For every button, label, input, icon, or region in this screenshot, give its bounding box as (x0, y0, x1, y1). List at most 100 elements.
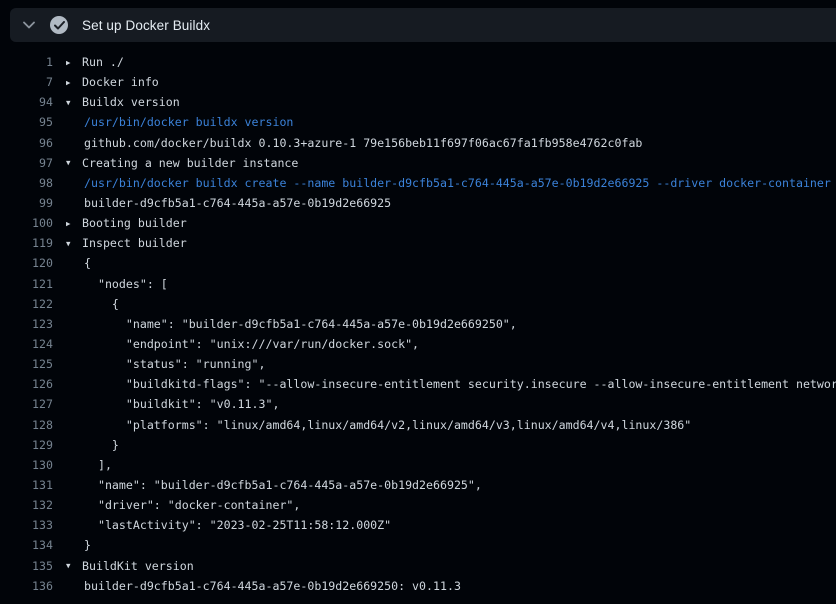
line-number[interactable]: 96 (0, 136, 53, 150)
line-content: ▼Creating a new builder instance (66, 156, 298, 170)
line-number[interactable]: 122 (0, 297, 53, 311)
line-number[interactable]: 100 (0, 216, 53, 230)
line-text: "lastActivity": "2023-02-25T11:58:12.000… (66, 518, 391, 532)
line-number[interactable]: 97 (0, 156, 53, 170)
line-content: "endpoint": "unix:///var/run/docker.sock… (66, 337, 419, 351)
line-number[interactable]: 95 (0, 115, 53, 129)
log-line: 95 /usr/bin/docker buildx version (0, 112, 836, 132)
step-header[interactable]: Set up Docker Buildx (10, 8, 836, 42)
line-number[interactable]: 7 (0, 75, 53, 89)
log-group-line[interactable]: 97 ▼Creating a new builder instance (0, 153, 836, 173)
line-number[interactable]: 1 (0, 55, 53, 69)
line-number[interactable]: 123 (0, 317, 53, 331)
line-content: { (66, 256, 91, 270)
line-number[interactable]: 125 (0, 357, 53, 371)
line-content: "name": "builder-d9cfb5a1-c764-445a-a57e… (66, 317, 517, 331)
log-line: 121 "nodes": [ (0, 274, 836, 294)
line-number[interactable]: 129 (0, 438, 53, 452)
log-line: 134 } (0, 535, 836, 555)
line-content: ▼BuildKit version (66, 559, 194, 573)
step-title: Set up Docker Buildx (82, 18, 210, 33)
check-circle-icon (50, 16, 68, 34)
line-text: { (66, 297, 119, 311)
line-text: "driver": "docker-container", (66, 498, 300, 512)
disclosure-triangle-icon[interactable]: ▼ (66, 239, 82, 248)
disclosure-triangle-icon[interactable]: ▶ (66, 78, 82, 87)
line-number[interactable]: 99 (0, 196, 53, 210)
line-content: builder-d9cfb5a1-c764-445a-a57e-0b19d2e6… (66, 579, 461, 593)
line-content: /usr/bin/docker buildx version (66, 115, 293, 129)
line-number[interactable]: 124 (0, 337, 53, 351)
disclosure-triangle-icon[interactable]: ▼ (66, 561, 82, 570)
line-number[interactable]: 120 (0, 256, 53, 270)
line-number[interactable]: 130 (0, 458, 53, 472)
line-number[interactable]: 98 (0, 176, 53, 190)
disclosure-triangle-icon[interactable]: ▼ (66, 98, 82, 107)
line-content: } (66, 538, 91, 552)
line-content: "status": "running", (66, 357, 265, 371)
line-number[interactable]: 121 (0, 277, 53, 291)
line-text: "name": "builder-d9cfb5a1-c764-445a-a57e… (66, 478, 482, 492)
line-number[interactable]: 135 (0, 559, 53, 573)
line-content: github.com/docker/buildx 0.10.3+azure-1 … (66, 136, 642, 150)
log-group-line[interactable]: 1 ▶Run ./ (0, 52, 836, 72)
log-group-line[interactable]: 7 ▶Docker info (0, 72, 836, 92)
line-text: "status": "running", (66, 357, 265, 371)
log-line: 132 "driver": "docker-container", (0, 495, 836, 515)
line-number[interactable]: 128 (0, 418, 53, 432)
line-text: "buildkitd-flags": "--allow-insecure-ent… (66, 377, 836, 391)
log-group-line[interactable]: 100 ▶Booting builder (0, 213, 836, 233)
line-text: "platforms": "linux/amd64,linux/amd64/v2… (66, 418, 691, 432)
line-content: ], (66, 458, 112, 472)
log-group-line[interactable]: 135 ▼BuildKit version (0, 556, 836, 576)
line-content: /usr/bin/docker buildx create --name bui… (66, 176, 831, 190)
line-text: Docker info (82, 75, 159, 89)
line-text: github.com/docker/buildx 0.10.3+azure-1 … (66, 136, 642, 150)
disclosure-triangle-icon[interactable]: ▶ (66, 58, 82, 67)
disclosure-triangle-icon[interactable]: ▼ (66, 158, 82, 167)
line-number[interactable]: 94 (0, 95, 53, 109)
line-content: ▶Booting builder (66, 216, 187, 230)
line-number[interactable]: 119 (0, 236, 53, 250)
line-number[interactable]: 127 (0, 397, 53, 411)
line-number[interactable]: 134 (0, 538, 53, 552)
line-content: } (66, 438, 119, 452)
line-text: ], (66, 458, 112, 472)
log-line: 128 "platforms": "linux/amd64,linux/amd6… (0, 415, 836, 435)
log-line: 124 "endpoint": "unix:///var/run/docker.… (0, 334, 836, 354)
line-number[interactable]: 132 (0, 498, 53, 512)
log-line: 133 "lastActivity": "2023-02-25T11:58:12… (0, 515, 836, 535)
line-number[interactable]: 131 (0, 478, 53, 492)
log-line: 123 "name": "builder-d9cfb5a1-c764-445a-… (0, 314, 836, 334)
line-content: "lastActivity": "2023-02-25T11:58:12.000… (66, 518, 391, 532)
line-content: builder-d9cfb5a1-c764-445a-a57e-0b19d2e6… (66, 196, 391, 210)
line-text: Booting builder (82, 216, 187, 230)
line-content: { (66, 297, 119, 311)
line-content: "nodes": [ (66, 277, 168, 291)
line-content: ▶Run ./ (66, 55, 124, 69)
chevron-down-icon[interactable] (22, 18, 36, 32)
log-line: 96 github.com/docker/buildx 0.10.3+azure… (0, 133, 836, 153)
line-content: "platforms": "linux/amd64,linux/amd64/v2… (66, 418, 691, 432)
log-output: 1 ▶Run ./ 7 ▶Docker info 94 ▼Buildx vers… (0, 42, 836, 604)
line-text: "nodes": [ (66, 277, 168, 291)
log-line: 122 { (0, 294, 836, 314)
line-text: "name": "builder-d9cfb5a1-c764-445a-a57e… (66, 317, 517, 331)
line-number[interactable]: 133 (0, 518, 53, 532)
line-text: } (66, 438, 119, 452)
log-group-line[interactable]: 119 ▼Inspect builder (0, 233, 836, 253)
line-number[interactable]: 136 (0, 579, 53, 593)
line-text: /usr/bin/docker buildx version (66, 115, 293, 129)
log-line: 129 } (0, 435, 836, 455)
disclosure-triangle-icon[interactable]: ▶ (66, 219, 82, 228)
log-group-line[interactable]: 94 ▼Buildx version (0, 92, 836, 112)
line-text: Creating a new builder instance (82, 156, 298, 170)
line-text: builder-d9cfb5a1-c764-445a-a57e-0b19d2e6… (66, 196, 391, 210)
line-number[interactable]: 126 (0, 377, 53, 391)
line-text: /usr/bin/docker buildx create --name bui… (66, 176, 831, 190)
line-text: Buildx version (82, 95, 180, 109)
line-text: Inspect builder (82, 236, 187, 250)
line-content: ▼Buildx version (66, 95, 180, 109)
log-line: 130 ], (0, 455, 836, 475)
line-text: "buildkit": "v0.11.3", (66, 397, 279, 411)
